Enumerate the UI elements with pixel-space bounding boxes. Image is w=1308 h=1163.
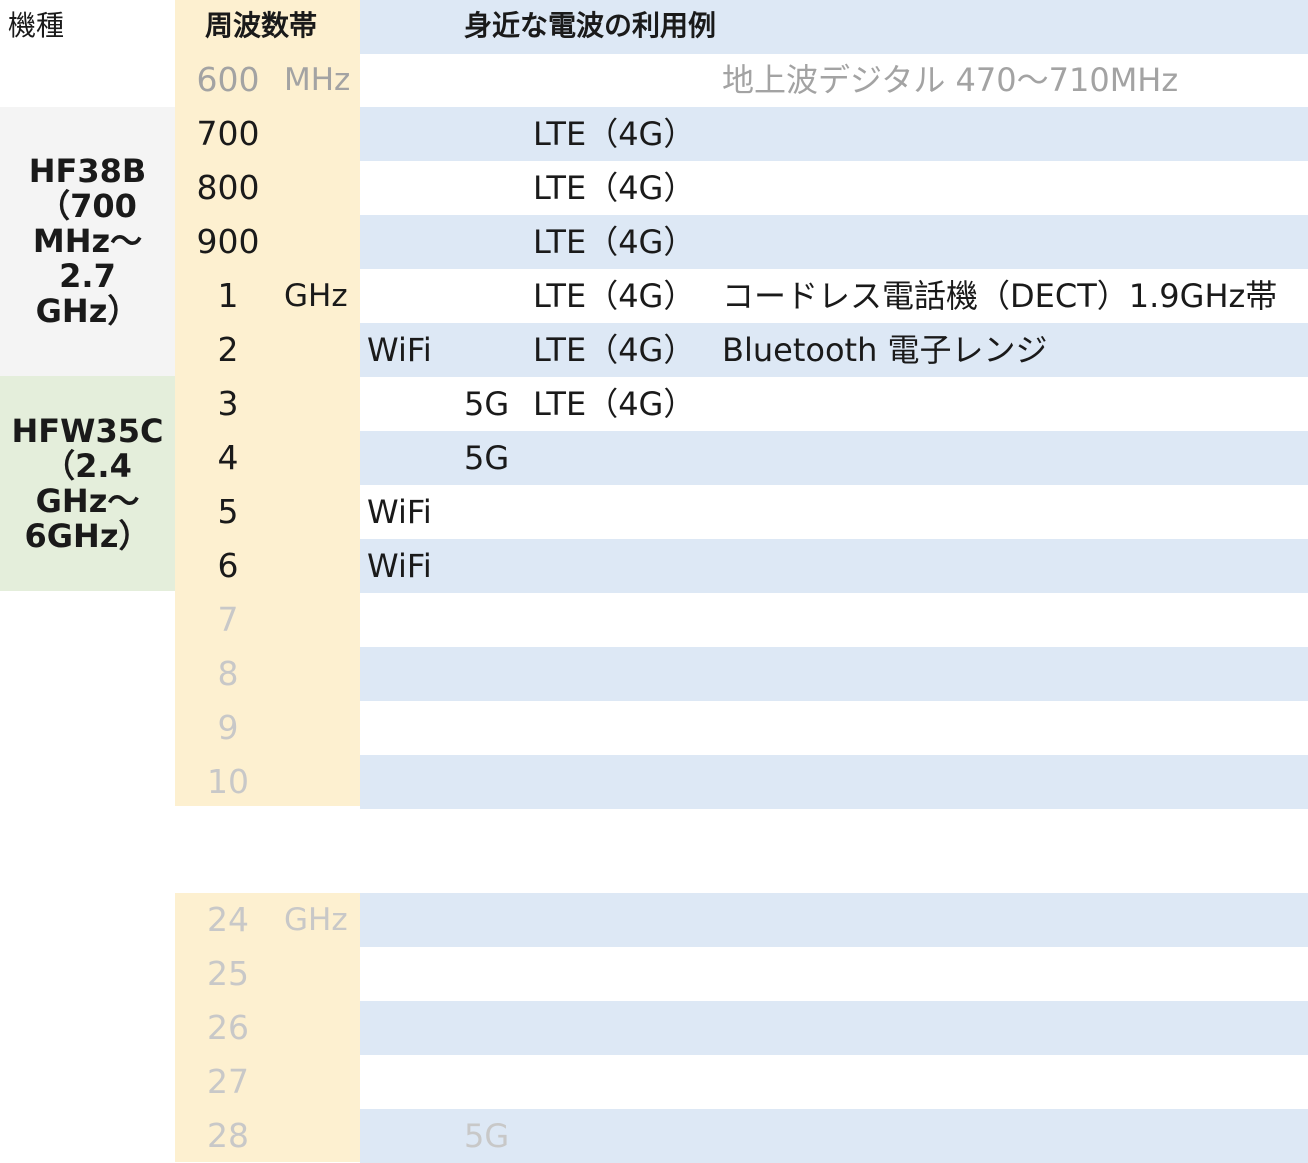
frequency-unit: MHz [284,62,351,98]
frequency-value: 800 [196,168,260,207]
frequency-value: 6 [217,546,239,585]
frequency-value: 27 [207,1062,249,1101]
frequency-value: 2 [217,330,239,369]
row-stripe [360,1001,1308,1055]
frequency-value: 9 [217,708,239,747]
frequency-value: 1 [217,276,239,315]
model-hfw35c-label: HFW35C （2.4 GHz～ 6GHz） [11,411,164,555]
wifi-label: WiFi [367,547,432,585]
header-band: 周波数帯 [205,9,318,42]
5g-label: 5G [464,385,510,423]
frequency-value: 7 [217,600,239,639]
model-hf38b: HF38B （700 MHz～ 2.7 GHz） [0,107,175,376]
frequency-value: 700 [196,114,260,153]
5g-label: 5G [464,1117,510,1155]
row-stripe [360,893,1308,947]
other-use-label: 地上波デジタル 470～710MHz [722,61,1179,99]
frequency-value: 3 [217,384,239,423]
lte-label: LTE（4G） [533,385,696,423]
model-hfw35c: HFW35C （2.4 GHz～ 6GHz） [0,376,175,591]
frequency-value: 28 [207,1116,249,1155]
frequency-unit: GHz [284,902,348,938]
frequency-value: 900 [196,222,260,261]
wifi-label: WiFi [367,331,432,369]
lte-label: LTE（4G） [533,331,696,369]
frequency-value: 25 [207,954,249,993]
lte-label: LTE（4G） [533,115,696,153]
frequency-value: 26 [207,1008,249,1047]
frequency-value: 5 [217,492,239,531]
frequency-unit: GHz [284,278,348,314]
other-use-label: Bluetooth 電子レンジ [722,331,1048,369]
header-uses: 身近な電波の利用例 [464,9,717,42]
5g-label: 5G [464,439,510,477]
frequency-value: 24 [207,900,249,939]
row-stripe [360,647,1308,701]
frequency-value: 4 [217,438,239,477]
frequency-value: 8 [217,654,239,693]
lte-label: LTE（4G） [533,277,696,315]
lte-label: LTE（4G） [533,169,696,207]
model-hf38b-label: HF38B （700 MHz～ 2.7 GHz） [28,152,147,330]
frequency-value: 10 [207,762,249,801]
row-stripe [360,215,1308,269]
header-model: 機種 [8,9,65,42]
row-stripe [360,755,1308,809]
row-stripe [360,107,1308,161]
frequency-value: 600 [196,60,260,99]
lte-label: LTE（4G） [533,223,696,261]
row-stripe [360,539,1308,593]
other-use-label: コードレス電話機（DECT）1.9GHz帯 [722,277,1278,315]
wifi-label: WiFi [367,493,432,531]
